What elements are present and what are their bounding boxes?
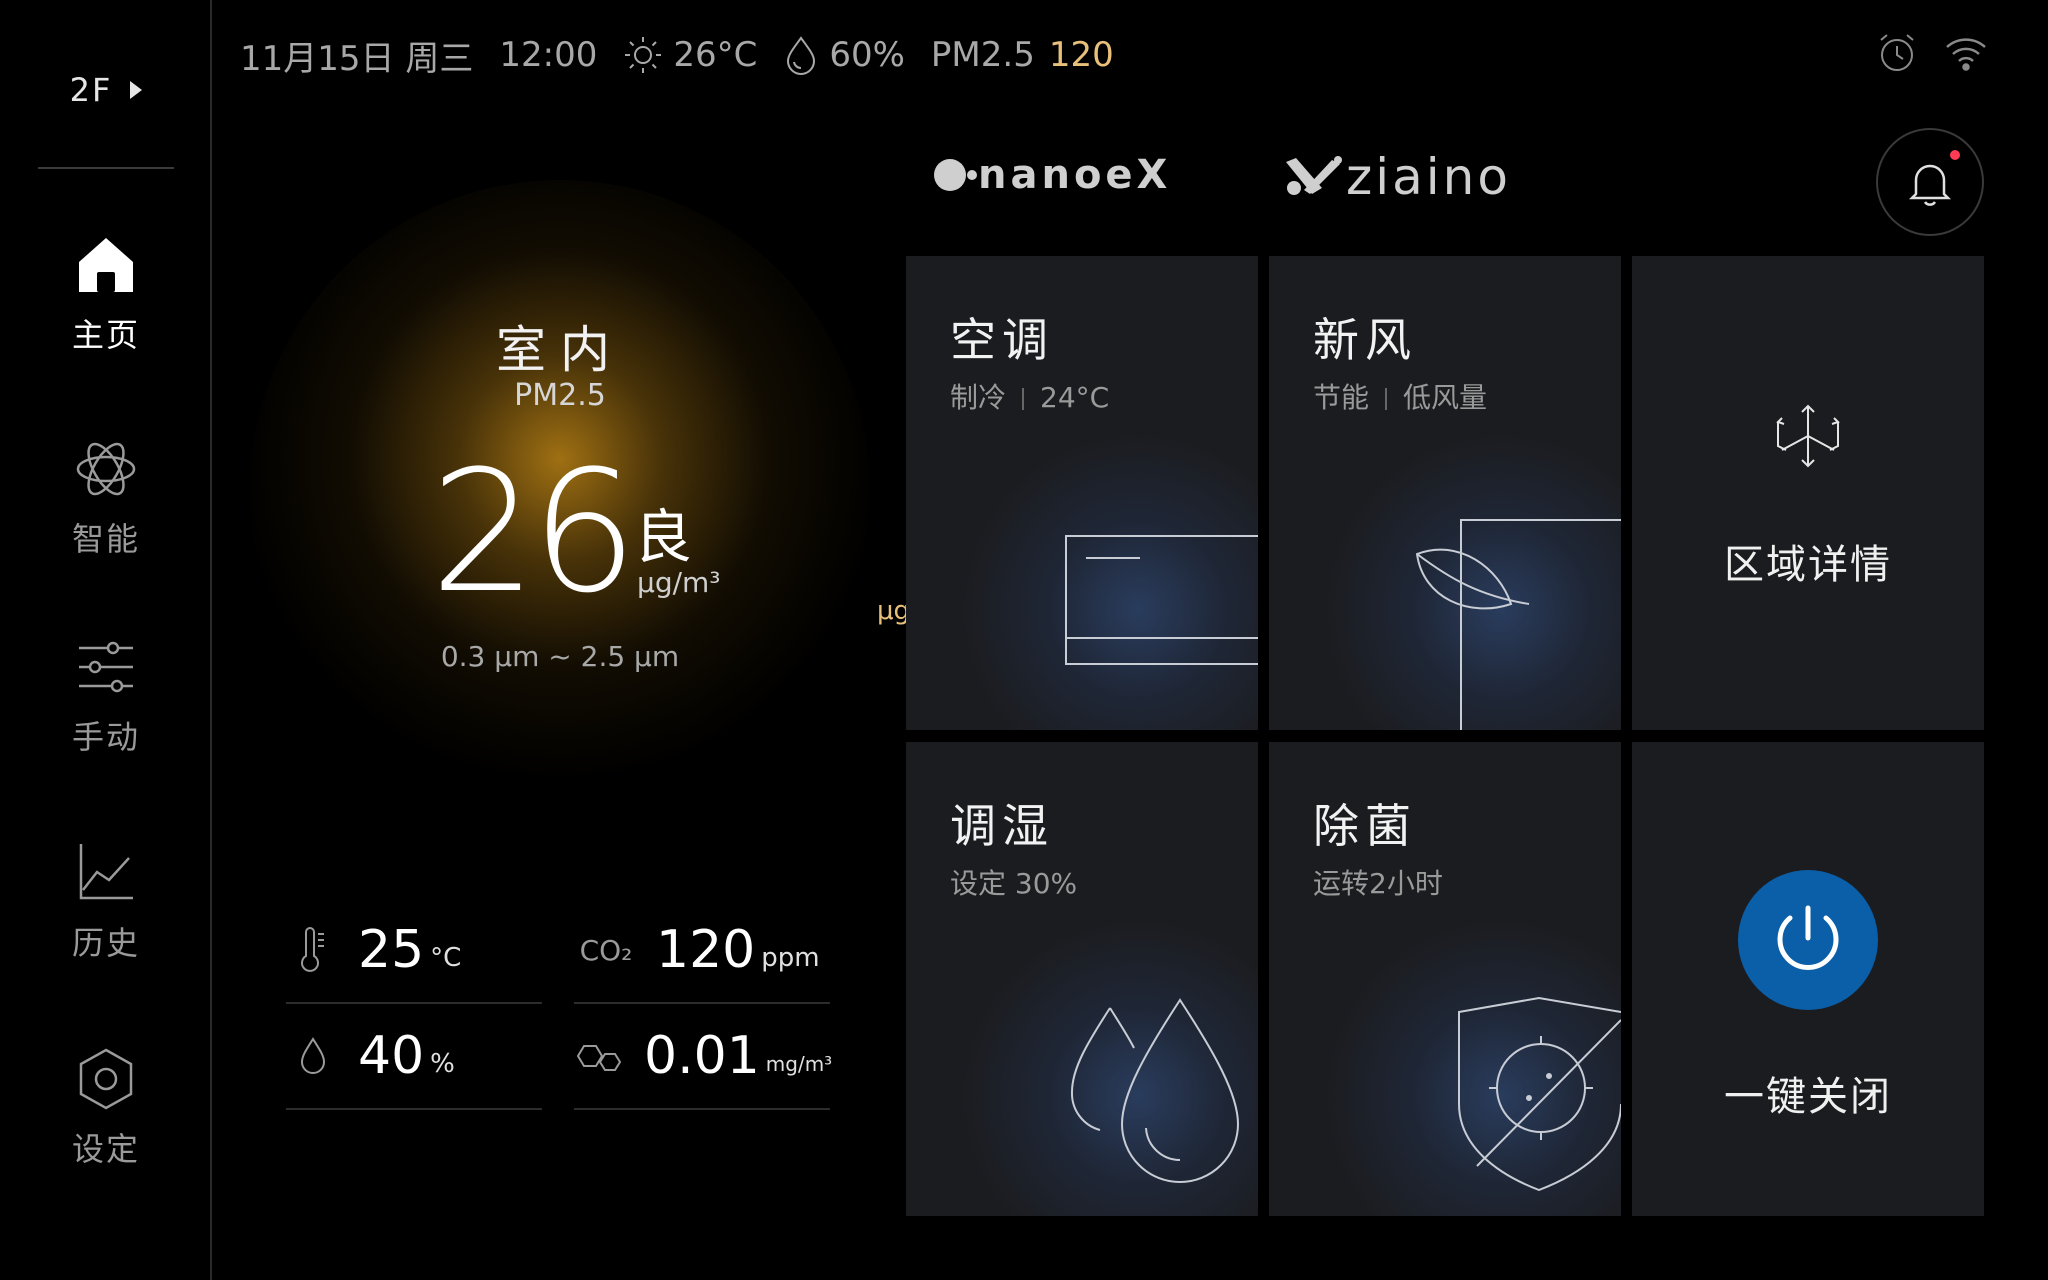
leaf-icon — [1415, 519, 1621, 730]
tile-subtitle: 设定 30% — [950, 867, 1078, 900]
status-time: 12:00 — [499, 35, 598, 75]
air-conditioner-icon — [1065, 535, 1258, 665]
chart-icon — [79, 844, 133, 900]
tile-fresh-air[interactable]: 新风 节能 低风量 — [1269, 256, 1621, 730]
status-icons — [1876, 32, 1988, 74]
sidebar-item-label: 智能 — [71, 520, 140, 558]
tile-subtitle: 运转2小时 — [1313, 867, 1443, 900]
floor-label: 2F — [69, 71, 113, 109]
power-icon — [1777, 905, 1839, 970]
app-root: 2F 主页 智能 手动 历史 设定 11月15日 周三 12:00 26°C 6… — [0, 0, 2048, 1280]
notification-button[interactable] — [1876, 128, 1984, 236]
status-temp: 26°C — [673, 35, 758, 75]
indoor-pm-value: 26 — [430, 434, 638, 630]
nanoex-text: nanoeX — [978, 152, 1172, 198]
alarm-icon[interactable] — [1876, 32, 1918, 74]
indoor-title: 室内 — [496, 321, 624, 379]
sliders-icon — [79, 641, 133, 693]
metric-co2: CO₂ 120 ppm — [574, 898, 830, 1004]
play-icon — [130, 81, 143, 99]
metric-co2-unit: ppm — [761, 943, 820, 973]
sun-icon — [625, 37, 662, 73]
sidebar-item-label: 设定 — [71, 1130, 140, 1168]
tile-title: 除菌 — [1313, 799, 1417, 853]
status-humidity: 60% — [783, 35, 905, 75]
indoor-subtitle: PM2.5 — [514, 378, 606, 413]
status-bar: 11月15日 周三 12:00 26°C 60% PM2.5 120 μg/m³ — [240, 30, 1140, 626]
sidebar-item-label: 手动 — [71, 718, 140, 756]
status-weather: 26°C — [623, 35, 757, 75]
bell-icon — [1908, 164, 1952, 206]
wifi-icon — [1946, 38, 1986, 71]
metric-co2-value: 120 — [656, 920, 756, 980]
status-pm-label: PM2.5 — [930, 35, 1035, 75]
tile-title: 新风 — [1313, 313, 1417, 367]
indoor-pm-grade: 良 — [634, 503, 693, 571]
status-date: 11月15日 周三 — [240, 38, 474, 79]
sidebar-item-history[interactable]: 历史 — [0, 840, 212, 990]
sidebar-item-label: 主页 — [71, 316, 140, 354]
molecule-icon — [576, 1045, 622, 1071]
droplet-icon — [300, 1037, 326, 1074]
notification-dot — [1950, 150, 1960, 160]
metric-formaldehyde-unit: mg/m³ — [765, 1052, 833, 1076]
ziaino-mark-icon — [1286, 156, 1342, 195]
metric-humidity-value: 40 — [358, 1026, 425, 1086]
indoor-pm-unit: μg/m³ — [637, 566, 721, 599]
metric-humidity: 40 % — [286, 1004, 542, 1110]
sidebar-divider — [38, 167, 174, 169]
tile-title: 空调 — [950, 313, 1054, 367]
ziaino-logo: ziaino — [1282, 148, 1511, 206]
tile-subtitle: 节能 低风量 — [1313, 381, 1488, 414]
metric-temperature: 25 °C — [286, 898, 542, 1004]
sidebar-item-settings[interactable]: 设定 — [0, 1046, 212, 1196]
water-drops-icon — [1070, 998, 1240, 1183]
metric-formaldehyde: 0.01 mg/m³ — [574, 1004, 833, 1110]
home-icon — [79, 238, 133, 292]
hexagon-settings-icon — [79, 1048, 133, 1110]
metric-humidity-unit: % — [430, 1049, 455, 1079]
shield-virus-icon — [1458, 996, 1621, 1192]
co2-label: CO₂ — [579, 933, 633, 967]
floor-selector[interactable]: 2F — [0, 60, 212, 120]
sidebar-item-home[interactable]: 主页 — [0, 232, 212, 382]
sidebar-item-label: 历史 — [71, 924, 140, 962]
sidebar: 2F 主页 智能 手动 历史 设定 — [0, 0, 212, 1280]
status-pm-value: 120 — [1048, 35, 1114, 75]
nanoe-mark-icon — [934, 159, 977, 191]
tile-title: 一键关闭 — [1724, 1074, 1892, 1120]
tile-air-conditioner[interactable]: 空调 制冷 24°C — [906, 256, 1258, 730]
nanoex-logo: nanoeX — [930, 152, 1171, 198]
droplet-icon — [787, 36, 816, 75]
ziaino-text: ziaino — [1346, 148, 1511, 206]
sidebar-item-manual[interactable]: 手动 — [0, 634, 212, 784]
atom-icon — [76, 442, 136, 496]
tile-subtitle: 制冷 24°C — [950, 381, 1110, 414]
tile-title: 区域详情 — [1724, 542, 1892, 588]
metric-temp-value: 25 — [358, 920, 425, 980]
indoor-pm-range: 0.3 μm ~ 2.5 μm — [440, 640, 680, 673]
cube-expand-icon — [1776, 404, 1840, 468]
tile-humidity[interactable]: 调湿 设定 30% — [906, 742, 1258, 1216]
tile-power-off[interactable]: 一键关闭 — [1632, 742, 1984, 1216]
metric-formaldehyde-value: 0.01 — [644, 1026, 760, 1086]
status-pm: PM2.5 120 μg/m³ — [877, 35, 1114, 626]
metric-temp-unit: °C — [430, 943, 462, 973]
power-off-button[interactable] — [1738, 870, 1878, 1010]
status-humidity-value: 60% — [829, 35, 905, 75]
thermometer-icon — [301, 927, 324, 972]
sidebar-item-smart[interactable]: 智能 — [0, 436, 212, 586]
tile-zone-detail[interactable]: 区域详情 — [1632, 256, 1984, 730]
tile-title: 调湿 — [950, 799, 1054, 853]
tile-sterilize[interactable]: 除菌 运转2小时 — [1269, 742, 1621, 1216]
